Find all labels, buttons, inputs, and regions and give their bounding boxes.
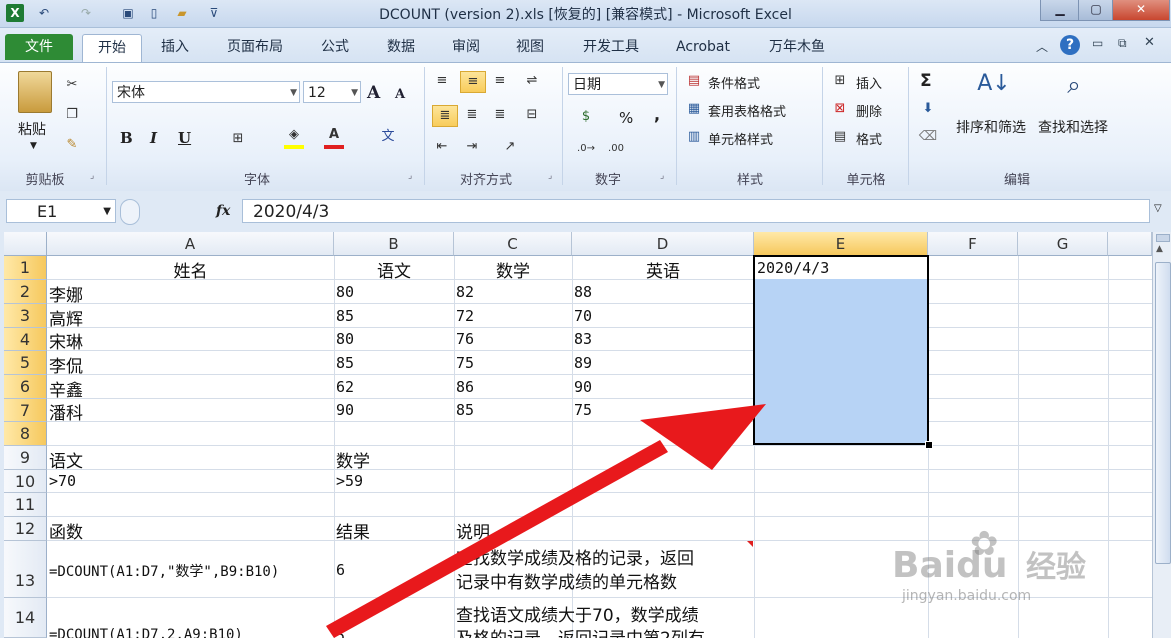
scroll-up-icon[interactable]: ▲: [1156, 244, 1163, 254]
red-arrow-annotation: [326, 404, 766, 638]
scrollbar-thumb[interactable]: [1155, 262, 1171, 564]
split-box-icon[interactable]: [1156, 234, 1170, 242]
arrow-icon: [326, 404, 766, 638]
vertical-scrollbar[interactable]: ▲: [1152, 232, 1171, 638]
